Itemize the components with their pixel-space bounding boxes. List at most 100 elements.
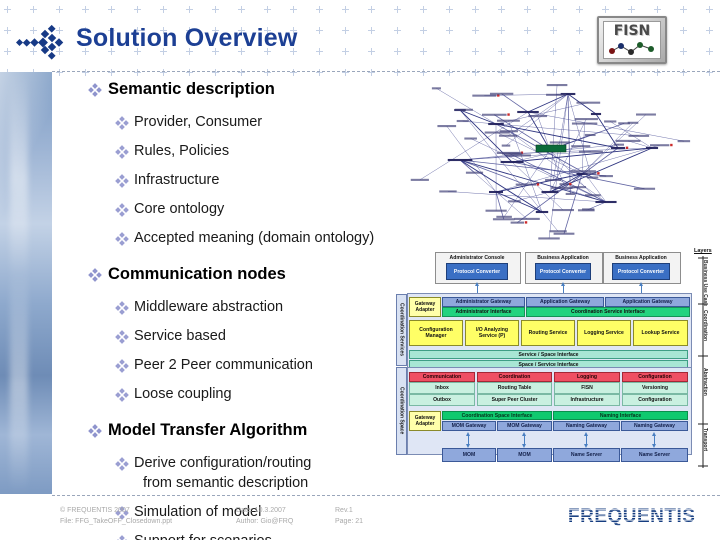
service-configuration-manager: Configuration Manager <box>409 320 463 346</box>
decorative-cross <box>706 27 713 34</box>
page-title: Solution Overview <box>76 24 298 52</box>
connector-arrow <box>584 432 588 448</box>
list-item: Provider, Consumer <box>115 112 418 132</box>
mom-gateway-0: MOM Gateway <box>442 421 496 431</box>
layer-label-transport: Transport <box>702 428 708 452</box>
decorative-cross <box>368 48 375 55</box>
administrator-gateway: Administrator Gateway <box>442 297 525 307</box>
bullet-diamond-icon <box>115 174 129 188</box>
decorative-cross <box>134 6 141 13</box>
decorative-cross <box>394 6 401 13</box>
list-item: Middleware abstraction <box>115 297 418 317</box>
decorative-cross <box>212 6 219 13</box>
list-item: Loose coupling <box>115 384 418 404</box>
footer-file: File: FFG_TakeOFF_Closedown.ppt <box>60 517 173 525</box>
space-header-communication: Communication <box>409 372 475 382</box>
application-gateway-1: Application Gateway <box>605 297 690 307</box>
architecture-diagram: Coordination Services Coordination Space… <box>396 248 720 496</box>
decorative-cross <box>628 6 635 13</box>
list-item-line1: Derive configuration/routing <box>134 455 312 471</box>
space-cell-routing-table: Routing Table <box>477 382 552 394</box>
naming-interface: Naming Interface <box>553 411 688 420</box>
decorative-cross <box>264 6 271 13</box>
top-app-title-0: Administrator Console <box>449 254 505 261</box>
section-heading-communication-nodes: Communication nodes <box>88 264 418 285</box>
layer-label-coordination: Coordination <box>702 310 708 342</box>
decorative-cross <box>4 6 11 13</box>
decorative-cross <box>680 6 687 13</box>
section-heading-semantic-description: Semantic description <box>88 79 418 100</box>
decorative-cross <box>394 27 401 34</box>
gateway-adapter-top: Gateway Adapter <box>409 297 441 317</box>
bullet-diamond-icon <box>115 359 129 373</box>
footer-date: Date: 10.3.2007 <box>236 507 286 514</box>
decorative-cross <box>576 6 583 13</box>
footer-author: Author: Gio@FRQ <box>236 517 294 525</box>
service-io-analyzing: I/O Analyzing Service (P) <box>465 320 519 346</box>
ontology-graph-image <box>410 84 691 240</box>
decorative-cross <box>316 48 323 55</box>
list-item: Rules, Policies <box>115 141 418 161</box>
service-lookup: Lookup Service <box>633 320 688 346</box>
slide-canvas: Solution Overview FISN Semantic descript… <box>0 0 720 540</box>
decorative-cross <box>524 27 531 34</box>
decorative-cross <box>576 27 583 34</box>
naming-gateway-0: Naming Gateway <box>553 421 620 431</box>
bullet-diamond-icon <box>88 268 103 283</box>
bullet-diamond-icon <box>115 457 129 471</box>
decorative-cross <box>472 6 479 13</box>
top-app-title-1: Business Application <box>537 254 589 261</box>
space-header-configuration: Configuration <box>622 372 688 382</box>
decorative-cross <box>550 27 557 34</box>
space-cell-configuration: Configuration <box>622 394 688 406</box>
mom-gateway-1: MOM Gateway <box>497 421 552 431</box>
decorative-cross <box>30 6 37 13</box>
layer-label-abstraction: Abstraction <box>702 368 708 396</box>
bottom-node-name-server-0: Name Server <box>553 448 620 462</box>
application-gateway-0: Application Gateway <box>526 297 604 307</box>
footer: © FREQUENTIS 2007 File: FFG_TakeOFF_Clos… <box>60 503 720 539</box>
decorative-cross <box>654 6 661 13</box>
decorative-cross <box>4 48 11 55</box>
decorative-cross <box>420 27 427 34</box>
footer-revision: Rev.1 <box>335 507 353 514</box>
decorative-cross <box>368 27 375 34</box>
bullet-diamond-icon <box>115 301 129 315</box>
left-accent-sidebar <box>0 72 52 494</box>
protocol-converter-1: Protocol Converter <box>535 263 591 280</box>
space-header-coordination: Coordination <box>477 372 552 382</box>
list-item: Peer 2 Peer communication <box>115 355 418 375</box>
connector-arrow <box>522 432 526 448</box>
frequentis-arrow-dots-icon <box>16 24 64 60</box>
service-routing: Routing Service <box>521 320 575 346</box>
bottom-node-name-server-1: Name Server <box>621 448 688 462</box>
connector-arrow <box>652 432 656 448</box>
service-logging: Logging Service <box>577 320 631 346</box>
protocol-converter-0: Protocol Converter <box>446 263 508 280</box>
svg-text:FREQUENTIS: FREQUENTIS <box>568 506 695 527</box>
bullet-diamond-icon <box>115 203 129 217</box>
decorative-cross <box>342 27 349 34</box>
bullet-diamond-icon <box>115 388 129 402</box>
gateway-adapter-bottom: Gateway Adapter <box>409 411 441 431</box>
decorative-cross <box>316 6 323 13</box>
footer-page-number: Page: 21 <box>335 517 364 525</box>
list-item: Core ontology <box>115 199 418 219</box>
naming-gateway-1: Naming Gateway <box>621 421 688 431</box>
decorative-cross <box>82 6 89 13</box>
coordination-service-interface: Coordination Service Interface <box>526 307 690 317</box>
service-space-interface: Service / Space Interface <box>409 350 688 359</box>
decorative-cross <box>238 6 245 13</box>
bullet-diamond-icon <box>88 83 103 98</box>
coordination-space-interface: Coordination Space Interface <box>442 411 552 420</box>
bullet-diamond-icon <box>115 145 129 159</box>
protocol-converter-2: Protocol Converter <box>612 263 670 280</box>
list-item-line2: from semantic description <box>143 475 309 491</box>
layer-label-business-use-case: Business Use Case <box>702 260 708 307</box>
decorative-cross <box>186 6 193 13</box>
fisn-logo-text: FISN <box>613 23 651 39</box>
list-item: Service based <box>115 326 418 346</box>
bullet-diamond-icon <box>115 232 129 246</box>
decorative-cross <box>550 6 557 13</box>
bullet-diamond-icon <box>115 330 129 344</box>
